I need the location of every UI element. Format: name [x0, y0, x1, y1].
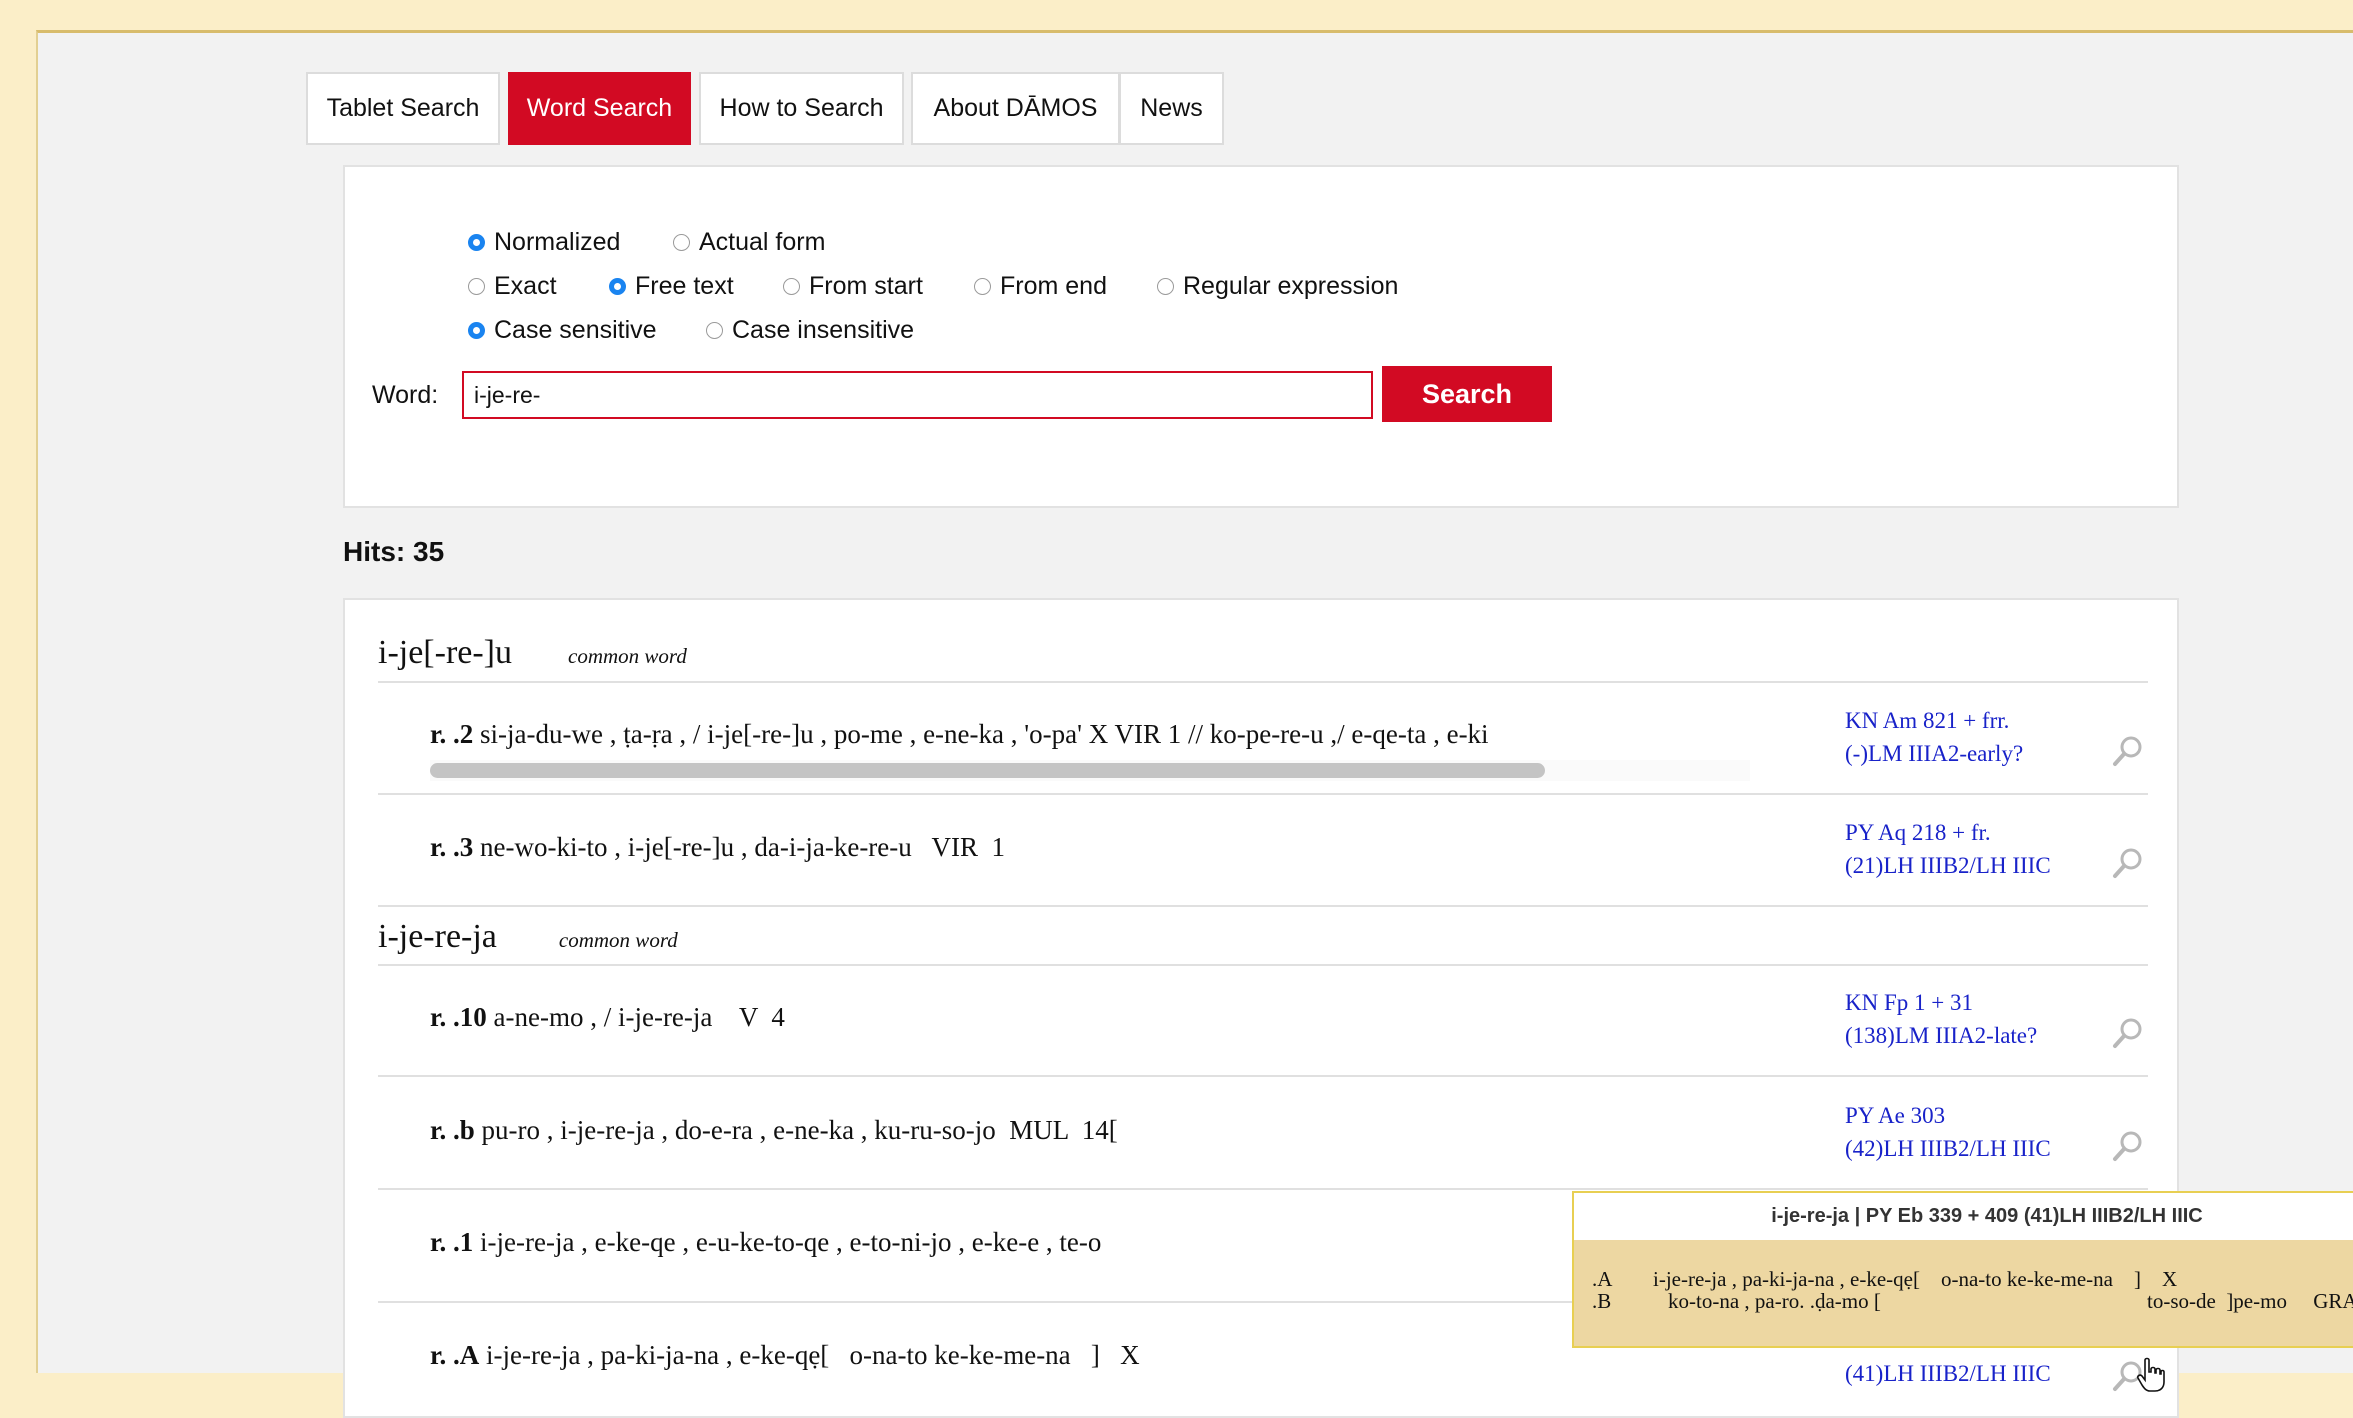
radio-from-start[interactable]: From start	[783, 272, 923, 301]
tablet-date: (42)LH IIIB2/LH IIIC	[1845, 1136, 2051, 1161]
line-number: r. .1	[430, 1227, 474, 1257]
divider	[378, 905, 2148, 907]
tab-about-damos[interactable]: About DĀMOS	[911, 72, 1120, 145]
radio-label: From end	[1000, 272, 1107, 300]
radio-dot	[783, 278, 800, 295]
radio-free-text[interactable]: Free text	[609, 272, 734, 301]
radio-case-sensitive[interactable]: Case sensitive	[468, 316, 657, 345]
line-number: r. .10	[430, 1002, 487, 1032]
divider	[378, 1188, 2148, 1190]
magnifier-icon[interactable]	[2110, 1015, 2146, 1051]
search-button[interactable]: Search	[1382, 366, 1552, 422]
tab-word-search[interactable]: Word Search	[508, 72, 691, 145]
group-header: i-je[-re-]u common word	[378, 634, 687, 672]
tablet-reference[interactable]: PY Aq 218 + fr. (21)LH IIIB2/LH IIIC	[1845, 816, 2051, 882]
line-number: r. .b	[430, 1115, 475, 1145]
tablet-link[interactable]: KN Am 821 + frr.	[1845, 708, 2009, 733]
magnifier-icon[interactable]	[2110, 1128, 2146, 1164]
radio-from-end[interactable]: From end	[974, 272, 1107, 301]
hand-cursor-icon	[2137, 1357, 2165, 1392]
radio-label: From start	[809, 272, 923, 300]
magnifier-icon[interactable]	[2110, 733, 2146, 769]
tablet-date: (41)LH IIIB2/LH IIIC	[1845, 1361, 2051, 1386]
tablet-date: (-)LM IIIA2-early?	[1845, 741, 2024, 766]
tab-tablet-search[interactable]: Tablet Search	[306, 72, 500, 145]
radio-label: Exact	[494, 272, 557, 300]
group-type: common word	[558, 928, 678, 952]
line-text: ne-wo-ki-to , i-je[-re-]u , da-i-ja-ke-r…	[473, 832, 1006, 862]
radio-dot	[468, 278, 485, 295]
radio-exact[interactable]: Exact	[468, 272, 557, 301]
magnifier-icon[interactable]	[2110, 845, 2146, 881]
result-row: r. .10 a-ne-mo , / i-je-re-ja V 4	[430, 1002, 2050, 1033]
radio-dot	[609, 278, 626, 295]
tablet-date: (138)LM IIIA2-late?	[1845, 1023, 2038, 1048]
radio-case-insensitive[interactable]: Case insensitive	[706, 316, 914, 345]
line-number: r. .2	[430, 719, 474, 749]
line-text: i-je-re-ja , e-ke-qe , e-u-ke-to-qe , e-…	[473, 1227, 1102, 1257]
divider	[378, 964, 2148, 966]
radio-dot	[673, 234, 690, 251]
tablet-link[interactable]: KN Fp 1 + 31	[1845, 990, 1973, 1015]
app-frame: Tablet Search Word Search How to Search …	[36, 30, 2353, 1418]
tablet-reference[interactable]: (41)LH IIIB2/LH IIIC	[1845, 1357, 2051, 1390]
radio-normalized[interactable]: Normalized	[468, 228, 620, 257]
group-word: i-je-re-ja	[378, 918, 497, 955]
line-text: i-je-re-ja , pa-ki-ja-na , e-ke-qẹ[ o-na…	[479, 1340, 1140, 1370]
divider	[378, 793, 2148, 795]
radio-dot	[468, 234, 485, 251]
tab-how-to-search[interactable]: How to Search	[699, 72, 904, 145]
result-row: r. .1 i-je-re-ja , e-ke-qe , e-u-ke-to-q…	[430, 1227, 1580, 1258]
radio-label: Regular expression	[1183, 272, 1399, 300]
radio-regular-expression[interactable]: Regular expression	[1157, 272, 1398, 301]
group-word: i-je[-re-]u	[378, 634, 513, 671]
tooltip-line-label: .A	[1592, 1267, 1613, 1291]
tab-news[interactable]: News	[1119, 72, 1224, 145]
horizontal-scrollbar[interactable]	[430, 763, 1545, 778]
radio-dot	[706, 322, 723, 339]
radio-actual-form[interactable]: Actual form	[673, 228, 825, 257]
tooltip-line-b: .B ko-to-na , pa-ro. .ḍa-mo [ to-so-de ]pe…	[1592, 1289, 2353, 1314]
tablet-reference[interactable]: KN Fp 1 + 31 (138)LM IIIA2-late?	[1845, 986, 2037, 1052]
line-text: pu-ro , i-je-re-ja , do-e-ra , e-ne-ka ,…	[474, 1115, 1118, 1145]
radio-dot	[974, 278, 991, 295]
word-input[interactable]	[462, 371, 1373, 419]
result-row: r. .b pu-ro , i-je-re-ja , do-e-ra , e-n…	[430, 1115, 2050, 1146]
tablet-date: (21)LH IIIB2/LH IIIC	[1845, 853, 2051, 878]
tooltip-line-text: ko-to-na , pa-ro. .ḍa-mo [	[1668, 1289, 1881, 1313]
line-number: r. .3	[430, 832, 474, 862]
radio-dot	[468, 322, 485, 339]
tooltip-title: i-je-re-ja | PY Eb 339 + 409 (41)LH IIIB…	[1574, 1193, 2353, 1240]
tablet-link[interactable]: PY Aq 218 + fr.	[1845, 820, 1991, 845]
line-text: si-ja-du-we , ṭa-ṛa , / i-je[-re-]u , po…	[473, 719, 1489, 749]
tablet-preview-tooltip: i-je-re-ja | PY Eb 339 + 409 (41)LH IIIB…	[1572, 1191, 2353, 1348]
word-label: Word:	[372, 381, 439, 409]
tooltip-line-label: .B	[1592, 1289, 1612, 1313]
divider	[378, 681, 2148, 683]
line-text: a-ne-mo , / i-je-re-ja V 4	[486, 1002, 785, 1032]
line-number: r. .A	[430, 1340, 480, 1370]
search-panel: Normalized Actual form Exact Free text F…	[343, 165, 2179, 508]
radio-label: Normalized	[494, 228, 621, 256]
radio-label: Actual form	[699, 228, 826, 256]
tablet-reference[interactable]: PY Ae 303 (42)LH IIIB2/LH IIIC	[1845, 1099, 2051, 1165]
hits-count: Hits: 35	[343, 536, 445, 567]
result-row: r. .3 ne-wo-ki-to , i-je[-re-]u , da-i-j…	[430, 832, 2050, 863]
result-row: r. .2 si-ja-du-we , ṭa-ṛa , / i-je[-re-]…	[430, 719, 1867, 750]
divider	[378, 1075, 2148, 1077]
radio-dot	[1157, 278, 1174, 295]
tablet-link[interactable]: PY Ae 303	[1845, 1103, 1945, 1128]
tooltip-line-text: to-so-de ]pe-mo GRA 1	[2147, 1289, 2353, 1313]
radio-label: Case insensitive	[732, 316, 915, 344]
group-type: common word	[568, 644, 687, 668]
radio-label: Free text	[635, 272, 734, 300]
tablet-reference[interactable]: KN Am 821 + frr. (-)LM IIIA2-early?	[1845, 704, 2023, 770]
group-header: i-je-re-ja common word	[378, 918, 678, 956]
radio-label: Case sensitive	[494, 316, 657, 344]
